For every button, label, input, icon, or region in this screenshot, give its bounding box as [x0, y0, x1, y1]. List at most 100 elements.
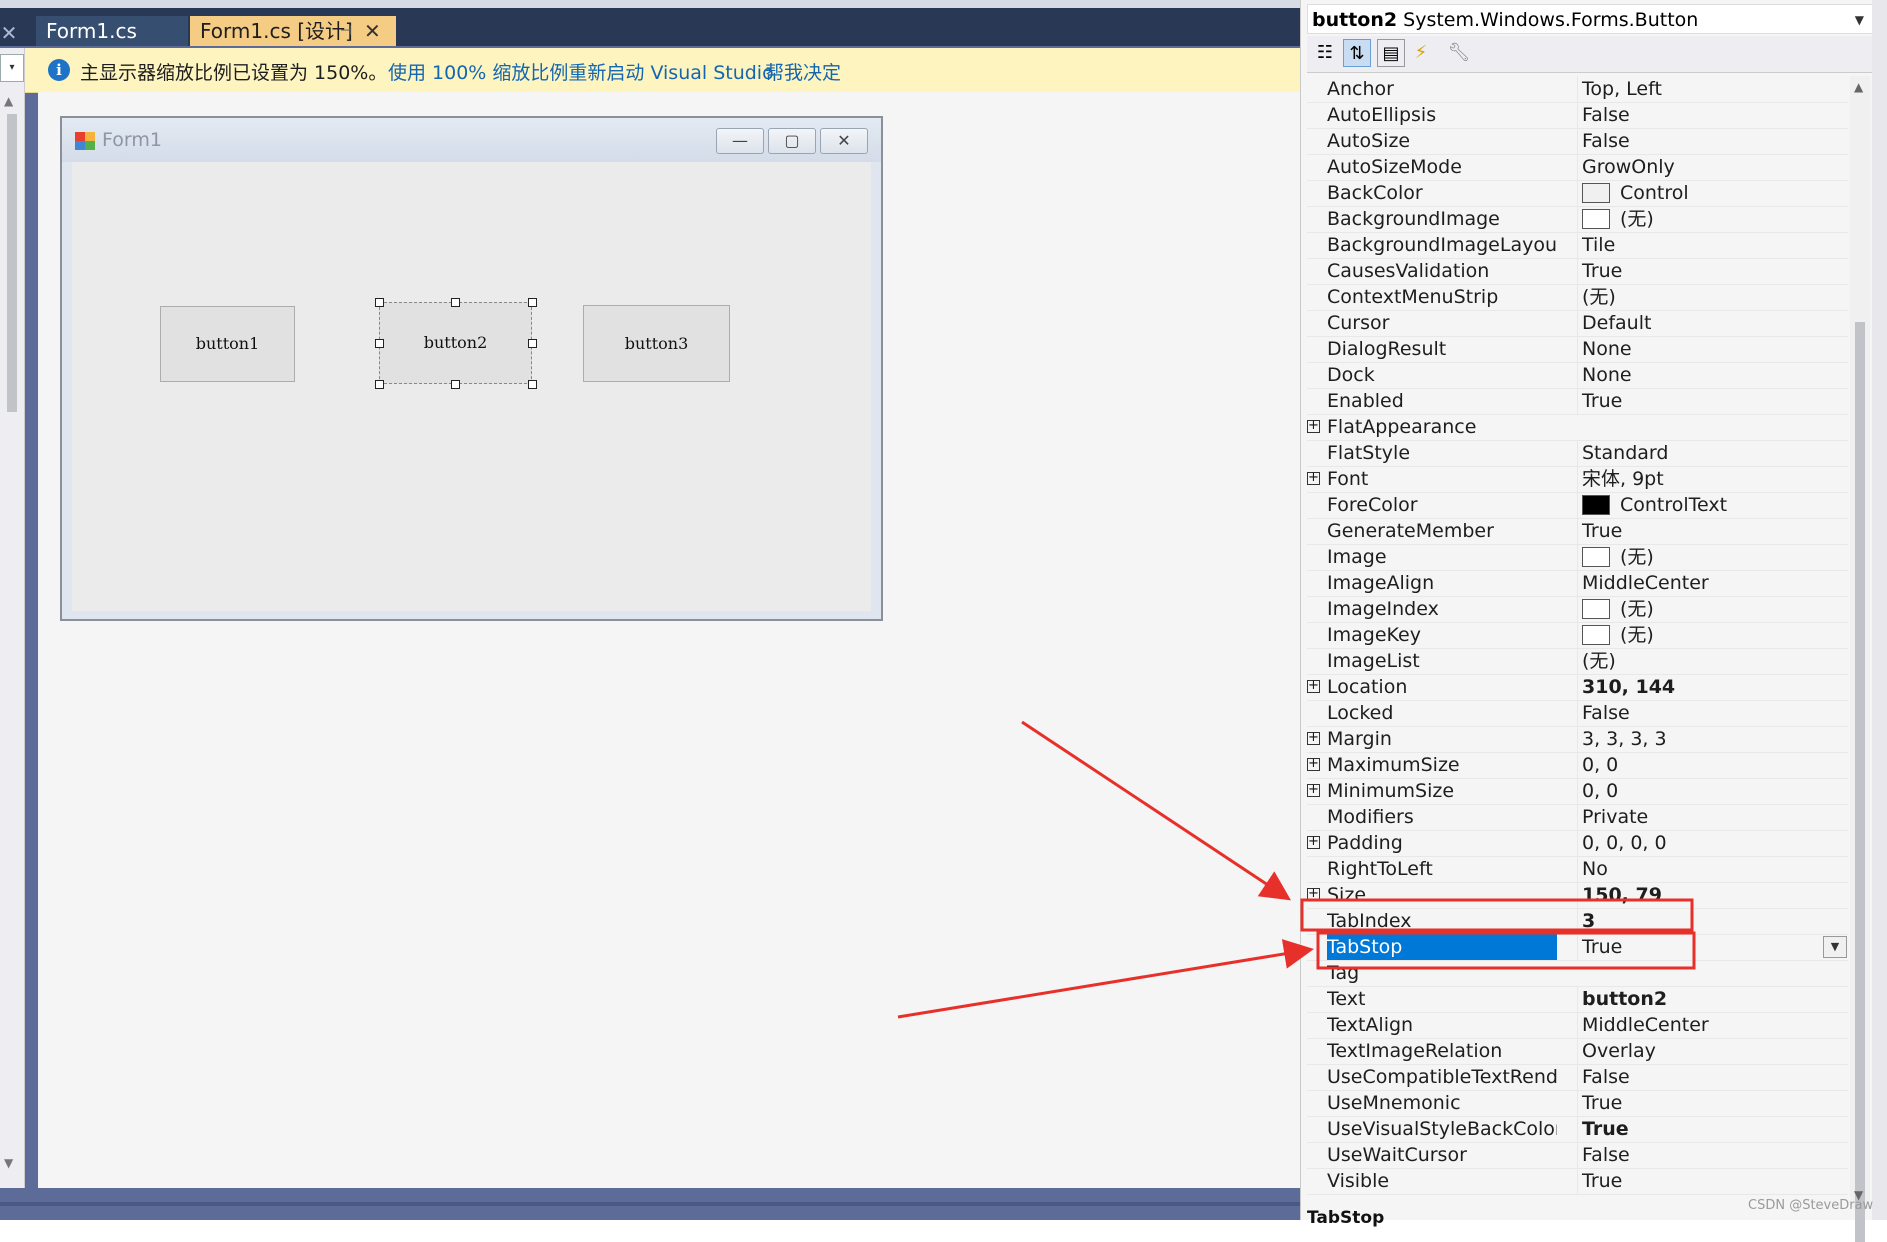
- property-value[interactable]: (无): [1577, 622, 1852, 648]
- property-value[interactable]: Tile: [1577, 232, 1852, 258]
- left-scrollbar[interactable]: ▾ ▲ ▼: [0, 48, 25, 1188]
- expand-icon[interactable]: +: [1307, 679, 1320, 693]
- property-value[interactable]: 宋体, 9pt: [1577, 466, 1852, 492]
- close-button[interactable]: ✕: [820, 128, 868, 154]
- scroll-down-icon[interactable]: ▼: [4, 1156, 13, 1170]
- property-value[interactable]: False: [1577, 1064, 1852, 1090]
- maximize-button[interactable]: ▢: [768, 128, 816, 154]
- chevron-down-icon[interactable]: ▼: [1823, 936, 1847, 958]
- property-value[interactable]: True: [1577, 258, 1852, 284]
- property-row-location[interactable]: + Location 310, 144: [1307, 674, 1848, 701]
- property-value[interactable]: (无): [1577, 544, 1852, 570]
- property-row-tabindex[interactable]: TabIndex 3: [1307, 908, 1848, 935]
- alphabetical-icon[interactable]: ⇅: [1343, 39, 1371, 67]
- property-value[interactable]: GrowOnly: [1577, 154, 1852, 180]
- property-row-backcolor[interactable]: BackColor Control: [1307, 180, 1848, 207]
- expand-icon[interactable]: +: [1307, 419, 1320, 433]
- property-value[interactable]: Top, Left: [1577, 76, 1852, 102]
- property-row-maximumsize[interactable]: + MaximumSize 0, 0: [1307, 752, 1848, 779]
- property-value[interactable]: Standard: [1577, 440, 1852, 466]
- property-row-anchor[interactable]: Anchor Top, Left: [1307, 76, 1848, 103]
- tab-form1-code[interactable]: Form1.cs: [36, 16, 188, 46]
- minimize-button[interactable]: —: [716, 128, 764, 154]
- scroll-thumb[interactable]: [1855, 322, 1865, 1242]
- property-row-size[interactable]: + Size 150, 79: [1307, 882, 1848, 909]
- property-value[interactable]: True: [1577, 1168, 1852, 1194]
- scroll-thumb[interactable]: [7, 114, 17, 412]
- property-value[interactable]: 0, 0, 0, 0: [1577, 830, 1852, 856]
- property-value[interactable]: (无): [1577, 284, 1852, 310]
- property-row-forecolor[interactable]: ForeColor ControlText: [1307, 492, 1848, 519]
- property-value[interactable]: False: [1577, 1142, 1852, 1168]
- categorized-icon[interactable]: ☷: [1311, 39, 1339, 67]
- property-row-generatemember[interactable]: GenerateMember True: [1307, 518, 1848, 545]
- property-row-flatappearance[interactable]: + FlatAppearance: [1307, 414, 1848, 441]
- property-row-tabstop[interactable]: TabStop True ▼: [1307, 934, 1848, 961]
- expand-icon[interactable]: +: [1307, 887, 1320, 901]
- tab-form1-design[interactable]: Form1.cs [设计] ⊣ ✕: [190, 16, 396, 46]
- property-value[interactable]: 310, 144: [1577, 674, 1852, 700]
- property-row-backgroundimage[interactable]: BackgroundImage (无): [1307, 206, 1848, 233]
- property-value[interactable]: False: [1577, 700, 1852, 726]
- button2-control[interactable]: button2: [379, 302, 532, 384]
- property-row-enabled[interactable]: Enabled True: [1307, 388, 1848, 415]
- expand-icon[interactable]: +: [1307, 731, 1320, 745]
- property-value[interactable]: True: [1577, 1116, 1852, 1142]
- close-icon[interactable]: ✕: [0, 20, 18, 46]
- help-decide-link[interactable]: 帮我决定: [765, 58, 841, 85]
- property-value[interactable]: True: [1577, 934, 1852, 960]
- property-value[interactable]: None: [1577, 336, 1852, 362]
- property-value[interactable]: 3: [1577, 908, 1852, 934]
- property-value[interactable]: No: [1577, 856, 1852, 882]
- property-value[interactable]: MiddleCenter: [1577, 570, 1852, 596]
- property-value[interactable]: 0, 0: [1577, 752, 1852, 778]
- chevron-down-icon[interactable]: ▾: [0, 54, 24, 82]
- property-value[interactable]: button2: [1577, 986, 1852, 1012]
- object-selector[interactable]: button2 System.Windows.Forms.Button ▼: [1307, 4, 1873, 34]
- property-value[interactable]: (无): [1577, 648, 1852, 674]
- resize-handle[interactable]: [528, 298, 537, 307]
- property-value[interactable]: True: [1577, 388, 1852, 414]
- resize-handle[interactable]: [375, 380, 384, 389]
- property-row-margin[interactable]: + Margin 3, 3, 3, 3: [1307, 726, 1848, 753]
- property-row-font[interactable]: + Font 宋体, 9pt: [1307, 466, 1848, 493]
- property-row-textalign[interactable]: TextAlign MiddleCenter: [1307, 1012, 1848, 1039]
- property-row-usewaitcursor[interactable]: UseWaitCursor False: [1307, 1142, 1848, 1169]
- property-row-visible[interactable]: Visible True: [1307, 1168, 1848, 1195]
- property-row-locked[interactable]: Locked False: [1307, 700, 1848, 727]
- resize-handle[interactable]: [451, 380, 460, 389]
- property-row-image[interactable]: Image (无): [1307, 544, 1848, 571]
- property-row-dock[interactable]: Dock None: [1307, 362, 1848, 389]
- property-row-imagelist[interactable]: ImageList (无): [1307, 648, 1848, 675]
- property-row-imagekey[interactable]: ImageKey (无): [1307, 622, 1848, 649]
- property-row-textimagerelation[interactable]: TextImageRelation Overlay: [1307, 1038, 1848, 1065]
- expand-icon[interactable]: +: [1307, 783, 1320, 797]
- property-row-text[interactable]: Text button2: [1307, 986, 1848, 1013]
- scroll-up-icon[interactable]: ▲: [1854, 80, 1863, 94]
- property-value[interactable]: 0, 0: [1577, 778, 1852, 804]
- properties-scrollbar[interactable]: ▲ ▼: [1850, 76, 1870, 1242]
- property-row-autoellipsis[interactable]: AutoEllipsis False: [1307, 102, 1848, 129]
- button3-control[interactable]: button3: [583, 305, 730, 382]
- property-row-usevisualstylebackcolor[interactable]: UseVisualStyleBackColor True: [1307, 1116, 1848, 1143]
- property-value[interactable]: True: [1577, 1090, 1852, 1116]
- property-value[interactable]: False: [1577, 102, 1852, 128]
- property-row-modifiers[interactable]: Modifiers Private: [1307, 804, 1848, 831]
- expand-icon[interactable]: +: [1307, 835, 1320, 849]
- resize-handle[interactable]: [528, 380, 537, 389]
- property-value[interactable]: Default: [1577, 310, 1852, 336]
- property-value[interactable]: ControlText: [1577, 492, 1852, 518]
- property-value[interactable]: True: [1577, 518, 1852, 544]
- property-row-tag[interactable]: Tag: [1307, 960, 1848, 987]
- property-row-causesvalidation[interactable]: CausesValidation True: [1307, 258, 1848, 285]
- property-row-padding[interactable]: + Padding 0, 0, 0, 0: [1307, 830, 1848, 857]
- property-row-backgroundimagelayout[interactable]: BackgroundImageLayout Tile: [1307, 232, 1848, 259]
- wrench-icon[interactable]: 🔧︎: [1445, 39, 1473, 67]
- property-value[interactable]: MiddleCenter: [1577, 1012, 1852, 1038]
- property-row-autosize[interactable]: AutoSize False: [1307, 128, 1848, 155]
- property-row-imagealign[interactable]: ImageAlign MiddleCenter: [1307, 570, 1848, 597]
- form-titlebar[interactable]: Form1 — ▢ ✕: [62, 118, 881, 162]
- property-row-cursor[interactable]: Cursor Default: [1307, 310, 1848, 337]
- expand-icon[interactable]: +: [1307, 471, 1320, 485]
- property-row-usemnemonic[interactable]: UseMnemonic True: [1307, 1090, 1848, 1117]
